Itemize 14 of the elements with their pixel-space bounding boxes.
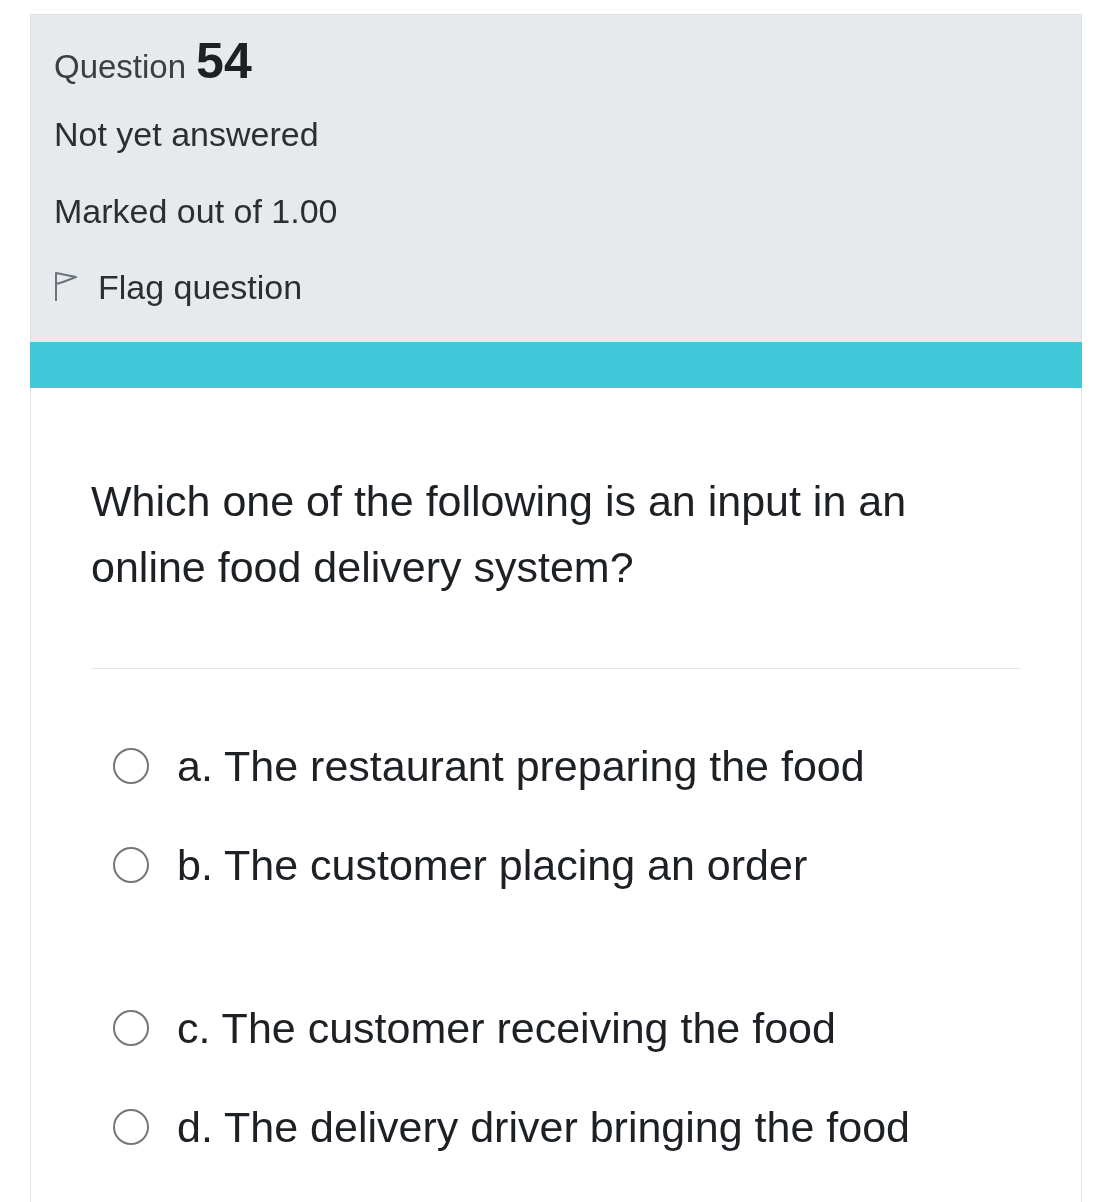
radio-button[interactable] bbox=[113, 1010, 149, 1046]
radio-button[interactable] bbox=[113, 847, 149, 883]
radio-button[interactable] bbox=[113, 1109, 149, 1145]
question-text: Which one of the following is an input in an online food delivery system? bbox=[91, 476, 908, 593]
option-label[interactable]: d. The delivery driver bringing the food bbox=[177, 1094, 910, 1160]
option-label[interactable]: c. The customer receiving the food bbox=[177, 995, 836, 1061]
mark-text: Marked out of 1.00 bbox=[54, 192, 339, 230]
question-number: 54 bbox=[196, 39, 252, 83]
radio-button[interactable] bbox=[113, 748, 149, 784]
option-label[interactable]: a. The restaurant preparing the food bbox=[177, 733, 865, 799]
answer-status: Not yet answered bbox=[54, 115, 320, 153]
flag-question-link[interactable]: Flag question bbox=[54, 268, 303, 306]
question-label: Question bbox=[54, 47, 187, 87]
option-label[interactable]: b. The customer placing an order bbox=[177, 832, 808, 898]
